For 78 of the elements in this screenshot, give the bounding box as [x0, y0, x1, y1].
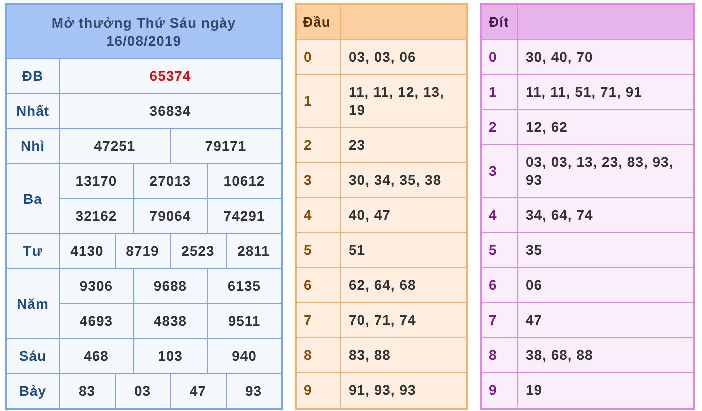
digit-cell: 0	[297, 40, 341, 74]
digit-cell: 6	[482, 268, 518, 302]
digit-cell: 9	[297, 373, 341, 407]
prize-number: 47251	[93, 137, 137, 156]
numbers-cell-text: 62, 64, 68	[348, 276, 418, 295]
prize-number: 93	[226, 374, 281, 408]
prize-number: 79064	[133, 199, 207, 233]
digit-cell: 3	[482, 145, 518, 197]
numbers-cell-text: 06	[525, 276, 544, 295]
numbers-cell-text: 30, 40, 70	[525, 48, 594, 67]
numbers-cell-text: 30, 34, 35, 38	[348, 171, 443, 190]
numbers-cell-text: 12, 62	[525, 118, 569, 137]
prize-number: 32162	[74, 207, 118, 226]
digit-cell: 0	[482, 40, 518, 74]
digit-cell: 3	[297, 163, 341, 197]
numbers-cell-text: 91, 93, 93	[348, 381, 418, 400]
prize-number: 9511	[207, 304, 281, 338]
prize-number: 79171	[170, 129, 281, 163]
digit-cell: 6	[297, 268, 341, 302]
numbers-cell-text: 40, 47	[348, 206, 392, 225]
digit-cell: 8	[297, 338, 341, 372]
digit-cell: 4	[482, 198, 518, 232]
prize-label: Nhì	[7, 129, 60, 163]
digit-cell: 9	[482, 373, 518, 407]
digit-cell: 8	[482, 338, 518, 372]
numbers-cell-text: 34, 64, 74	[525, 206, 594, 225]
prize-label: Bảy	[7, 374, 60, 408]
prize-number: 4838	[133, 304, 207, 338]
column-header: Đầu	[297, 5, 341, 39]
prize-number: 468	[83, 347, 110, 366]
prize-label: Ba	[7, 164, 60, 233]
prize-number: 83	[78, 382, 97, 401]
prize-number: 36834	[148, 102, 192, 121]
prize-number: 10612	[207, 164, 281, 198]
digit-cell: 1	[482, 75, 518, 109]
digit-cell: 2	[297, 128, 341, 162]
numbers-cell-text: 51	[348, 241, 367, 260]
prize-number: 103	[133, 339, 207, 373]
numbers-cell-text: 83, 88	[348, 346, 392, 365]
prize-number: 27013	[133, 164, 207, 198]
numbers-cell-text: 11, 11, 51, 71, 91	[525, 83, 644, 102]
prize-number: 9688	[133, 269, 207, 303]
prize-number: 2811	[226, 234, 281, 268]
results-title: Mở thưởng Thứ Sáu ngày 16/08/2019	[7, 5, 281, 59]
digit-cell: 7	[482, 303, 518, 337]
prize-number: 4130	[70, 242, 105, 261]
prize-label: ĐB	[7, 59, 60, 93]
prize-number: 940	[207, 339, 281, 373]
prize-label: Sáu	[7, 339, 60, 373]
digit-cell: 2	[482, 110, 518, 144]
digit-cell: 5	[297, 233, 341, 267]
digit-cell: 5	[482, 233, 518, 267]
numbers-cell-text: 38, 68, 88	[525, 346, 594, 365]
prize-number: 47	[170, 374, 226, 408]
numbers-cell-text: 35	[525, 241, 544, 260]
prize-number: 2523	[170, 234, 226, 268]
numbers-cell-text: 19	[525, 381, 544, 400]
digit-cell: 4	[297, 198, 341, 232]
numbers-cell-text: 70, 71, 74	[348, 311, 418, 330]
prize-label: Tư	[7, 234, 60, 268]
prize-number: 6135	[207, 269, 281, 303]
prize-number: 4693	[78, 312, 114, 331]
prize-number: 9306	[78, 277, 114, 296]
prize-label: Nhất	[7, 94, 60, 128]
digit-cell: 1	[297, 75, 341, 127]
numbers-cell-text: 47	[525, 311, 544, 330]
prize-number: 74291	[207, 199, 281, 233]
numbers-cell-text: 23	[348, 136, 367, 155]
numbers-cell-text: 03, 03, 13, 23, 83, 93, 93	[525, 153, 675, 190]
prize-label: Năm	[7, 269, 60, 338]
column-header: Đít	[482, 5, 518, 39]
digit-cell: 7	[297, 303, 341, 337]
prize-number: 13170	[74, 172, 118, 191]
numbers-cell-text: 11, 11, 12, 13, 19	[348, 83, 446, 120]
prize-number: 8719	[114, 234, 170, 268]
prize-number: 03	[114, 374, 170, 408]
prize-number: 65374	[148, 67, 192, 86]
numbers-cell-text: 03, 03, 06	[348, 48, 418, 67]
